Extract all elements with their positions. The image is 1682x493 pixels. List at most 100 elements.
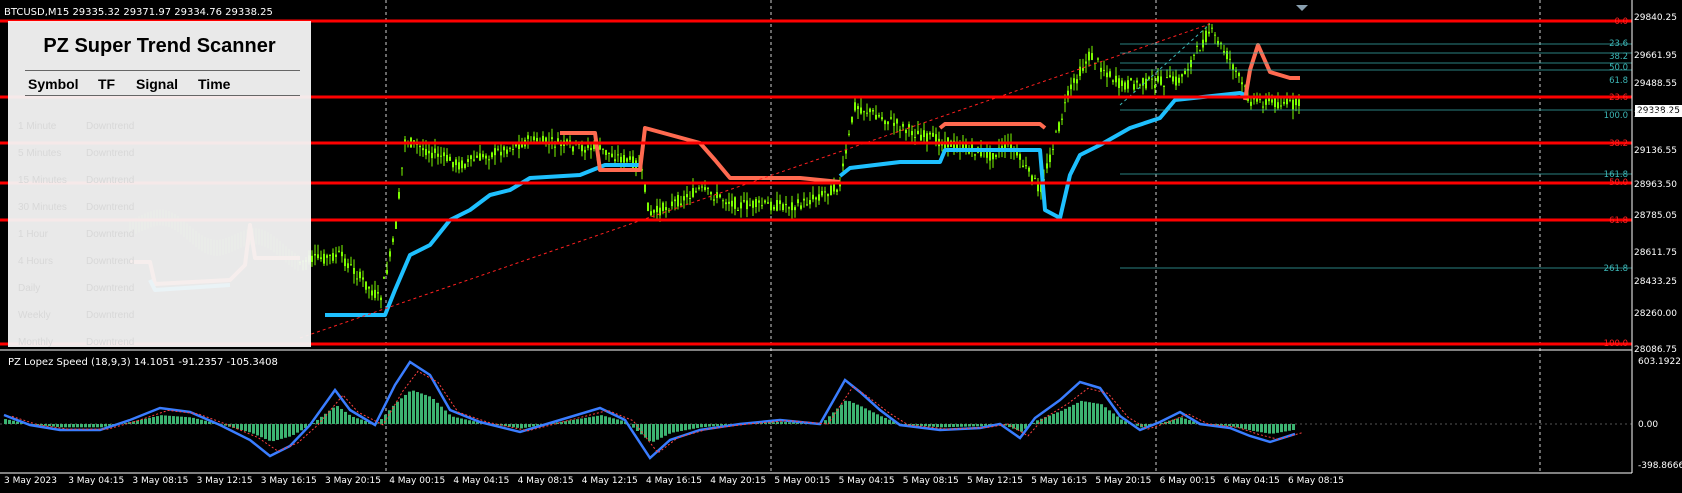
fib-label: 100.0 xyxy=(1603,111,1628,121)
candle-body xyxy=(1289,99,1291,101)
candle-body xyxy=(725,202,727,205)
histogram-bar xyxy=(656,424,659,440)
candle-body xyxy=(827,193,829,197)
histogram-bar xyxy=(1084,401,1087,424)
symbol-header: BTCUSD,M15 29335.32 29371.97 29334.76 29… xyxy=(4,7,273,18)
candle-body xyxy=(1166,77,1168,79)
candle-body xyxy=(320,257,322,259)
histogram-bar xyxy=(340,408,343,424)
candle-body xyxy=(1181,74,1183,77)
candle-body xyxy=(722,200,724,202)
histogram-bar xyxy=(1292,424,1295,431)
histogram-bar xyxy=(836,408,839,424)
candle-body xyxy=(851,116,853,123)
histogram-bar xyxy=(1076,402,1079,424)
candle-body xyxy=(1193,54,1195,56)
histogram-bar xyxy=(1048,415,1051,424)
candle-body xyxy=(1151,78,1153,80)
candle-body xyxy=(1058,122,1060,132)
candle-body xyxy=(899,129,901,131)
histogram-bar xyxy=(280,424,283,439)
time-tick-label: 5 May 00:15 xyxy=(774,476,831,486)
time-tick-label: 4 May 16:15 xyxy=(646,476,702,486)
histogram-bar xyxy=(1020,424,1023,432)
candle-body xyxy=(878,115,880,117)
time-tick-label: 4 May 00:15 xyxy=(389,476,446,486)
histogram-bar xyxy=(1268,424,1271,434)
histogram-bar xyxy=(652,424,655,442)
candle-body xyxy=(932,132,934,137)
chart-window[interactable]: BTCUSD,M15 29335.32 29371.97 29334.76 29… xyxy=(0,0,1682,493)
histogram-bar xyxy=(1256,424,1259,432)
histogram-bar xyxy=(272,424,275,442)
time-tick-label: 5 May 16:15 xyxy=(1031,476,1088,486)
candle-body xyxy=(431,152,433,159)
candle-body xyxy=(440,155,442,157)
histogram-bar xyxy=(1188,420,1191,424)
scanner-panel[interactable]: PZ Super Trend Scanner Symbol TF Signal … xyxy=(8,21,311,348)
candle-body xyxy=(863,111,865,113)
candle-body xyxy=(719,194,721,198)
histogram-bar xyxy=(576,419,579,424)
candle-body xyxy=(836,189,838,192)
histogram-bar xyxy=(164,415,167,424)
candle-body xyxy=(338,250,340,252)
fib-label: 61.8 xyxy=(1609,216,1628,226)
scanner-title: PZ Super Trend Scanner xyxy=(43,35,276,57)
histogram-bar xyxy=(188,417,191,424)
candle-body xyxy=(644,184,646,192)
candle-body xyxy=(1073,78,1075,83)
candle-body xyxy=(1109,71,1111,77)
candle-body xyxy=(1190,59,1192,68)
candle-body xyxy=(311,255,313,262)
candle-body xyxy=(482,154,484,158)
histogram-bar xyxy=(332,407,335,424)
candle-body xyxy=(1259,99,1261,101)
histogram-bar xyxy=(56,424,59,427)
histogram-bar xyxy=(664,424,667,436)
histogram-bar xyxy=(96,424,99,428)
time-tick-label: 5 May 12:15 xyxy=(967,476,1023,486)
histogram-bar xyxy=(616,419,619,424)
histogram-bar xyxy=(860,406,863,424)
histogram-bar xyxy=(620,420,623,424)
candle-body xyxy=(317,254,319,259)
histogram-bar xyxy=(1104,407,1107,424)
histogram-bar xyxy=(936,424,939,428)
candle-body xyxy=(764,200,766,203)
candle-body xyxy=(1121,80,1123,86)
candle-body xyxy=(860,107,862,114)
indicator-tick-label: 0.00 xyxy=(1638,420,1659,430)
candle-body xyxy=(374,289,376,298)
fib-label: 261.8 xyxy=(1603,264,1628,274)
candle-body xyxy=(992,153,994,160)
candle-body xyxy=(1247,98,1249,101)
candle-body xyxy=(887,121,889,125)
scanner-divider-header xyxy=(25,95,300,96)
histogram-bar xyxy=(1040,418,1043,424)
candle-body xyxy=(686,194,688,198)
histogram-bar xyxy=(708,424,711,427)
histogram-bar xyxy=(716,424,719,426)
chart-shift-marker xyxy=(1296,5,1308,11)
time-tick-label: 3 May 20:15 xyxy=(325,476,381,486)
histogram-bar xyxy=(1092,402,1095,424)
histogram-bar xyxy=(784,422,787,424)
histogram-bar xyxy=(84,424,87,428)
scanner-row-tf: 30 Minutes xyxy=(18,202,67,213)
candle-body xyxy=(485,155,487,159)
candle-body xyxy=(716,192,718,198)
candle-body xyxy=(386,270,388,274)
histogram-bar xyxy=(1052,413,1055,424)
histogram-bar xyxy=(100,424,103,428)
histogram-bar xyxy=(776,422,779,424)
histogram-bar xyxy=(1100,404,1103,424)
histogram-bar xyxy=(956,424,959,427)
histogram-bar xyxy=(944,424,947,428)
histogram-bar xyxy=(788,422,791,424)
fib-label: 23.6 xyxy=(1609,93,1628,103)
histogram-bar xyxy=(396,401,399,424)
candle-body xyxy=(761,205,763,207)
candle-body xyxy=(1286,98,1288,105)
candle-body xyxy=(467,159,469,162)
